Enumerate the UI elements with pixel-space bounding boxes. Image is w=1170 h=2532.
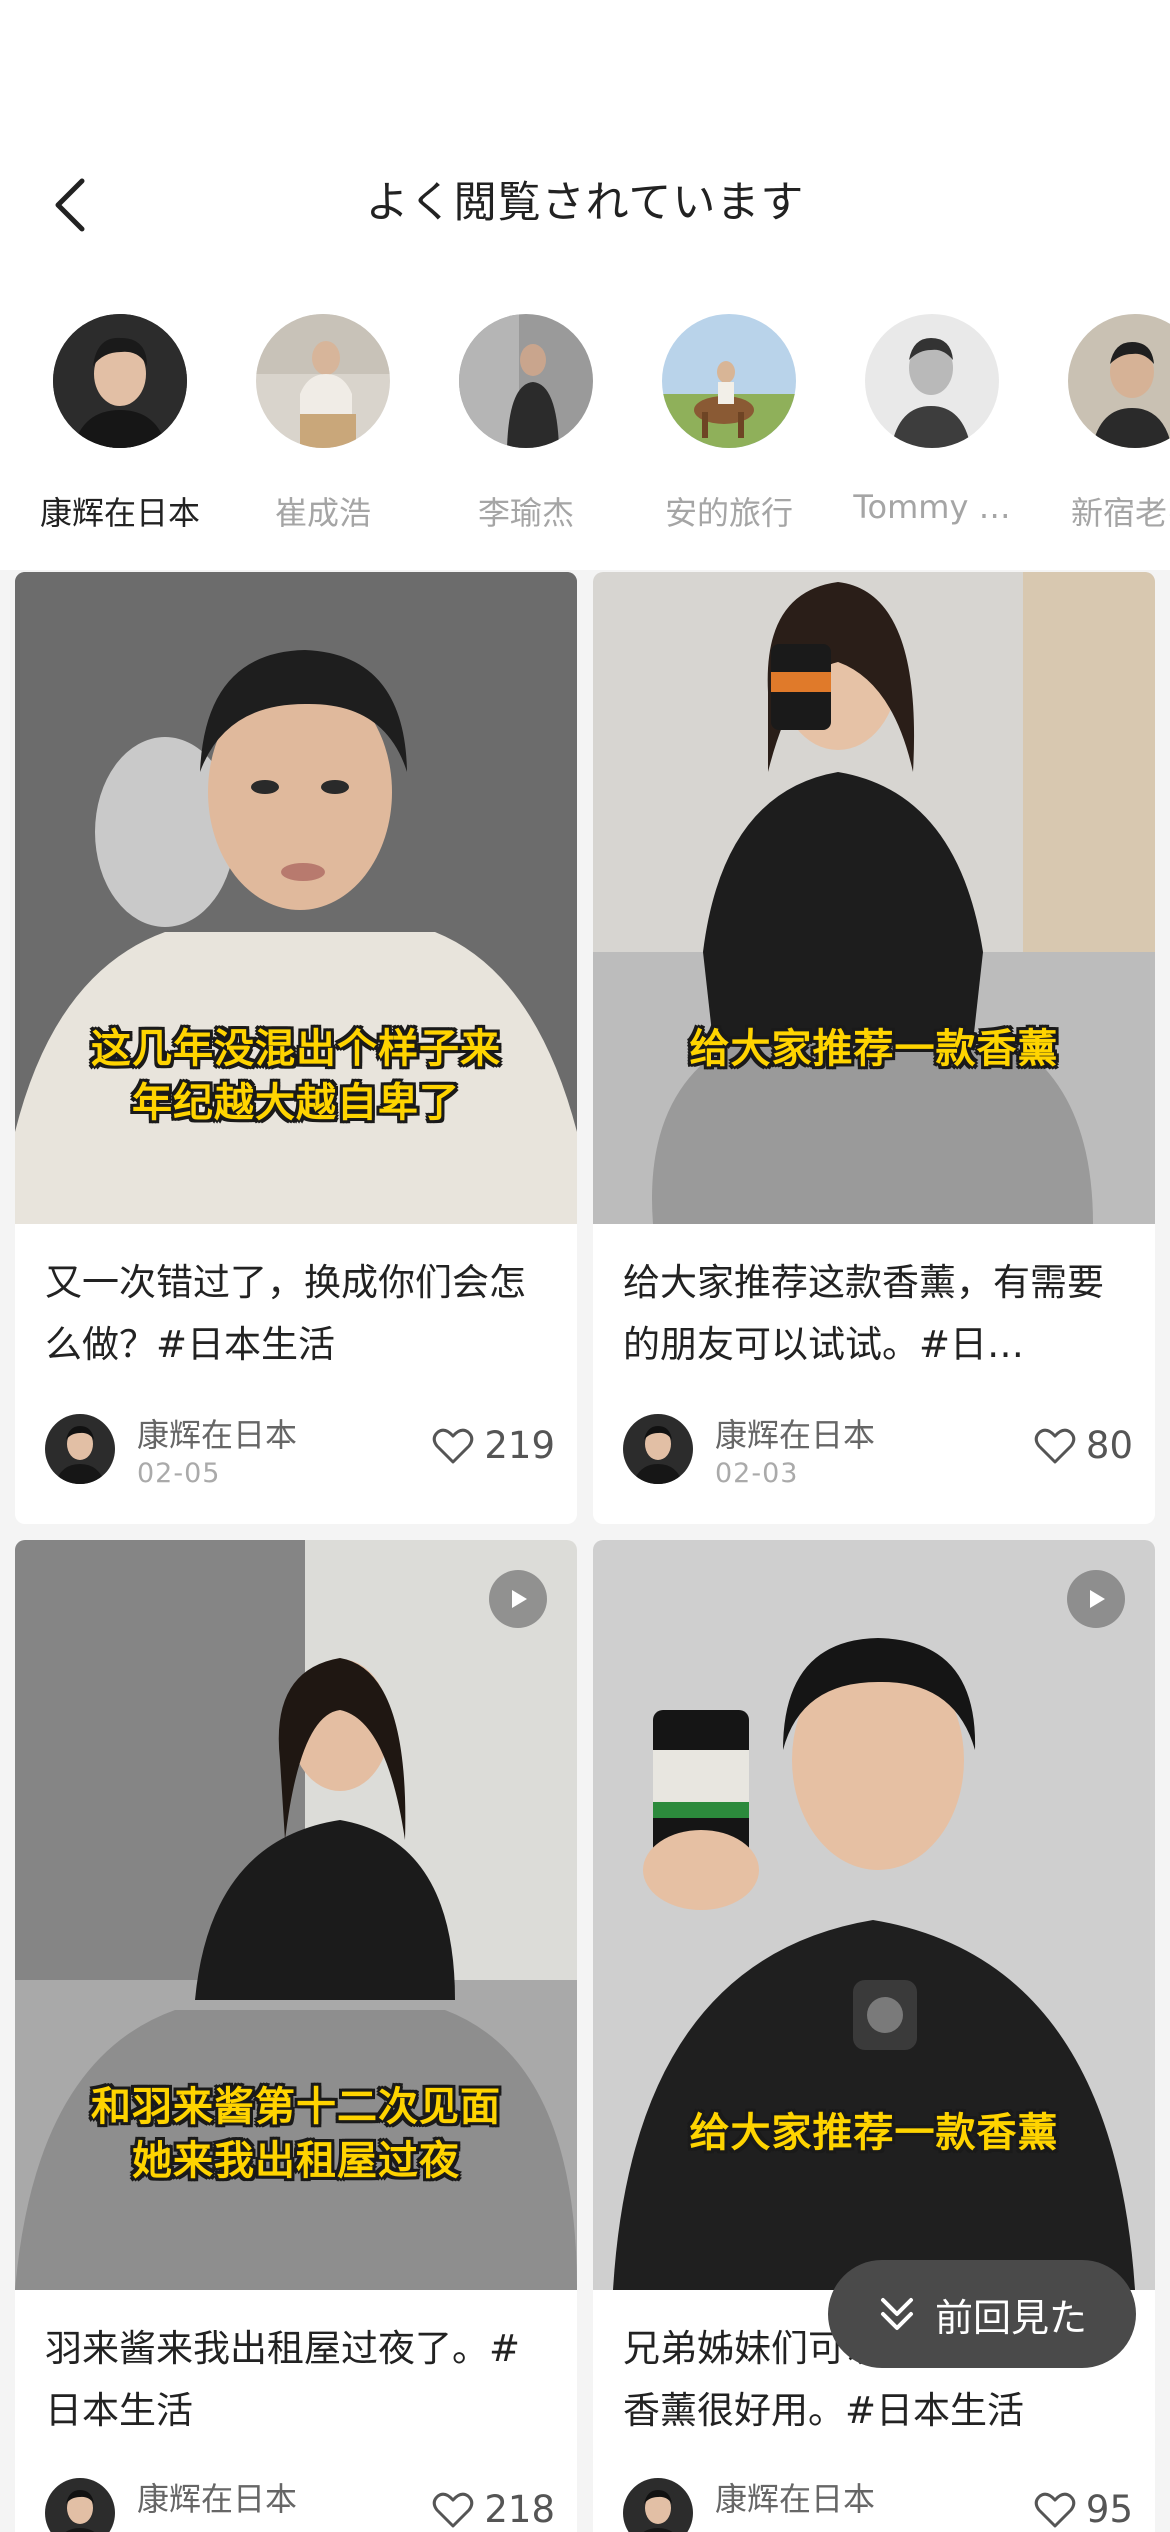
avatar: [459, 314, 593, 448]
overlay-line: 这几年没混出个样子来: [91, 1026, 501, 1072]
avatar: [1068, 314, 1170, 448]
post-thumbnail[interactable]: 和羽来酱第十二次见面 她来我出租屋过夜: [15, 1540, 577, 2290]
post-thumbnail[interactable]: 给大家推荐一款香薰: [593, 572, 1155, 1224]
overlay-line: 年纪越大越自卑了: [132, 1080, 460, 1126]
play-icon: [512, 1590, 527, 1608]
post-meta: 康辉在日本 218: [45, 2474, 555, 2532]
like-button[interactable]: 219: [432, 1424, 555, 1467]
previously-seen-button[interactable]: 前回見た: [828, 2260, 1136, 2368]
avatar-name: 康辉在日本: [39, 494, 200, 532]
avatar: [53, 314, 187, 448]
avatar-row[interactable]: 康辉在日本 崔成浩 李瑜杰 安的旅行 Tommy … 新宿老: [0, 310, 1170, 540]
author-avatar[interactable]: [45, 1414, 115, 1484]
overlay-line: 给大家推荐一款香薰: [689, 2110, 1059, 2156]
author-name[interactable]: 康辉在日本: [715, 1410, 875, 1456]
post-card[interactable]: 这几年没混出个样子来 年纪越大越自卑了 又一次错过了，换成你们会怎么做？#日本生…: [15, 572, 577, 1524]
avatar-name: Tommy …: [853, 488, 1011, 526]
like-count: 218: [484, 2488, 555, 2531]
author-name[interactable]: 康辉在日本: [137, 1410, 297, 1456]
avatar-item[interactable]: 安的旅行: [629, 310, 829, 534]
post-title: 又一次错过了，换成你们会怎么做？#日本生活: [45, 1261, 526, 1366]
like-count: 95: [1085, 2488, 1133, 2531]
author-name[interactable]: 康辉在日本: [137, 2474, 297, 2520]
overlay-line: 她来我出租屋过夜: [132, 2138, 460, 2184]
post-card[interactable]: 给大家推荐一款香薰 兄弟姊妹们可以试一试，这款香薰很好用。#日本生活 康辉在日本…: [593, 1540, 1155, 2532]
post-thumbnail[interactable]: 这几年没混出个样子来 年纪越大越自卑了: [15, 572, 577, 1224]
post-card[interactable]: 给大家推荐一款香薰 给大家推荐这款香薰，有需要的朋友可以试试。#日… 康辉在日本…: [593, 572, 1155, 1524]
avatar-name: 李瑜杰: [477, 494, 574, 532]
avatar-name: 安的旅行: [664, 494, 793, 532]
post-date: 02-05: [137, 1458, 221, 1489]
post-thumbnail[interactable]: 给大家推荐一款香薰: [593, 1540, 1155, 2290]
like-count: 219: [484, 1424, 555, 1467]
heart-icon: [1034, 2492, 1076, 2527]
overlay-line: 和羽来酱第十二次见面: [91, 2084, 501, 2130]
heart-icon: [433, 2492, 474, 2527]
video-caption-overlay: 给大家推荐一款香薰: [593, 2106, 1155, 2160]
page: よく閲覧されています 康辉在日本 崔成浩 李瑜杰 安的旅行 Tommy … 新宿…: [0, 0, 1170, 2532]
like-count: 80: [1085, 1424, 1133, 1467]
avatar: [662, 314, 796, 448]
author-avatar[interactable]: [45, 2478, 115, 2532]
like-button[interactable]: 218: [432, 2488, 555, 2531]
avatar-item[interactable]: 崔成浩: [223, 310, 423, 534]
play-button[interactable]: [1067, 1570, 1125, 1628]
avatar-item[interactable]: 新宿老张: [1035, 310, 1170, 534]
avatar-item[interactable]: 康辉在日本: [20, 310, 220, 534]
avatar-name: 新宿老张: [1070, 494, 1170, 532]
post-title: 给大家推荐这款香薰，有需要的朋友可以试试。#日…: [623, 1261, 1104, 1366]
author-avatar[interactable]: [623, 1414, 693, 1484]
double-chevron-down-icon: [877, 2294, 917, 2334]
post-meta: 康辉在日本 02-05 219: [45, 1410, 555, 1489]
author-avatar[interactable]: [623, 2478, 693, 2532]
post-meta: 康辉在日本 02-03 80: [623, 1410, 1133, 1489]
like-button[interactable]: 80: [1034, 1424, 1133, 1467]
play-icon: [1090, 1590, 1105, 1608]
avatar-item[interactable]: Tommy …: [832, 310, 1032, 526]
video-caption-overlay: 给大家推荐一款香薰: [593, 1022, 1155, 1076]
post-title: 羽来酱来我出租屋过夜了。#日本生活: [45, 2327, 521, 2432]
header: よく閲覧されています 康辉在日本 崔成浩 李瑜杰 安的旅行 Tommy … 新宿…: [0, 0, 1170, 570]
post-card[interactable]: 和羽来酱第十二次见面 她来我出租屋过夜 羽来酱来我出租屋过夜了。#日本生活 康辉…: [15, 1540, 577, 2532]
avatar: [256, 314, 390, 448]
avatar-name: 崔成浩: [274, 494, 371, 532]
avatar: [865, 314, 999, 448]
overlay-line: 给大家推荐一款香薰: [689, 1026, 1059, 1072]
heart-icon: [1034, 1428, 1076, 1463]
like-button[interactable]: 95: [1034, 2488, 1133, 2531]
video-caption-overlay: 和羽来酱第十二次见面 她来我出租屋过夜: [15, 2080, 577, 2188]
post-meta: 康辉在日本 95: [623, 2474, 1133, 2532]
author-name[interactable]: 康辉在日本: [715, 2474, 875, 2520]
avatar-item[interactable]: 李瑜杰: [426, 310, 626, 534]
post-date: 02-03: [715, 1458, 799, 1489]
play-button[interactable]: [489, 1570, 547, 1628]
heart-icon: [433, 1428, 474, 1463]
video-caption-overlay: 这几年没混出个样子来 年纪越大越自卑了: [15, 1022, 577, 1130]
page-title: よく閲覧されています: [365, 178, 805, 228]
previously-seen-label: 前回見た: [934, 2295, 1087, 2340]
